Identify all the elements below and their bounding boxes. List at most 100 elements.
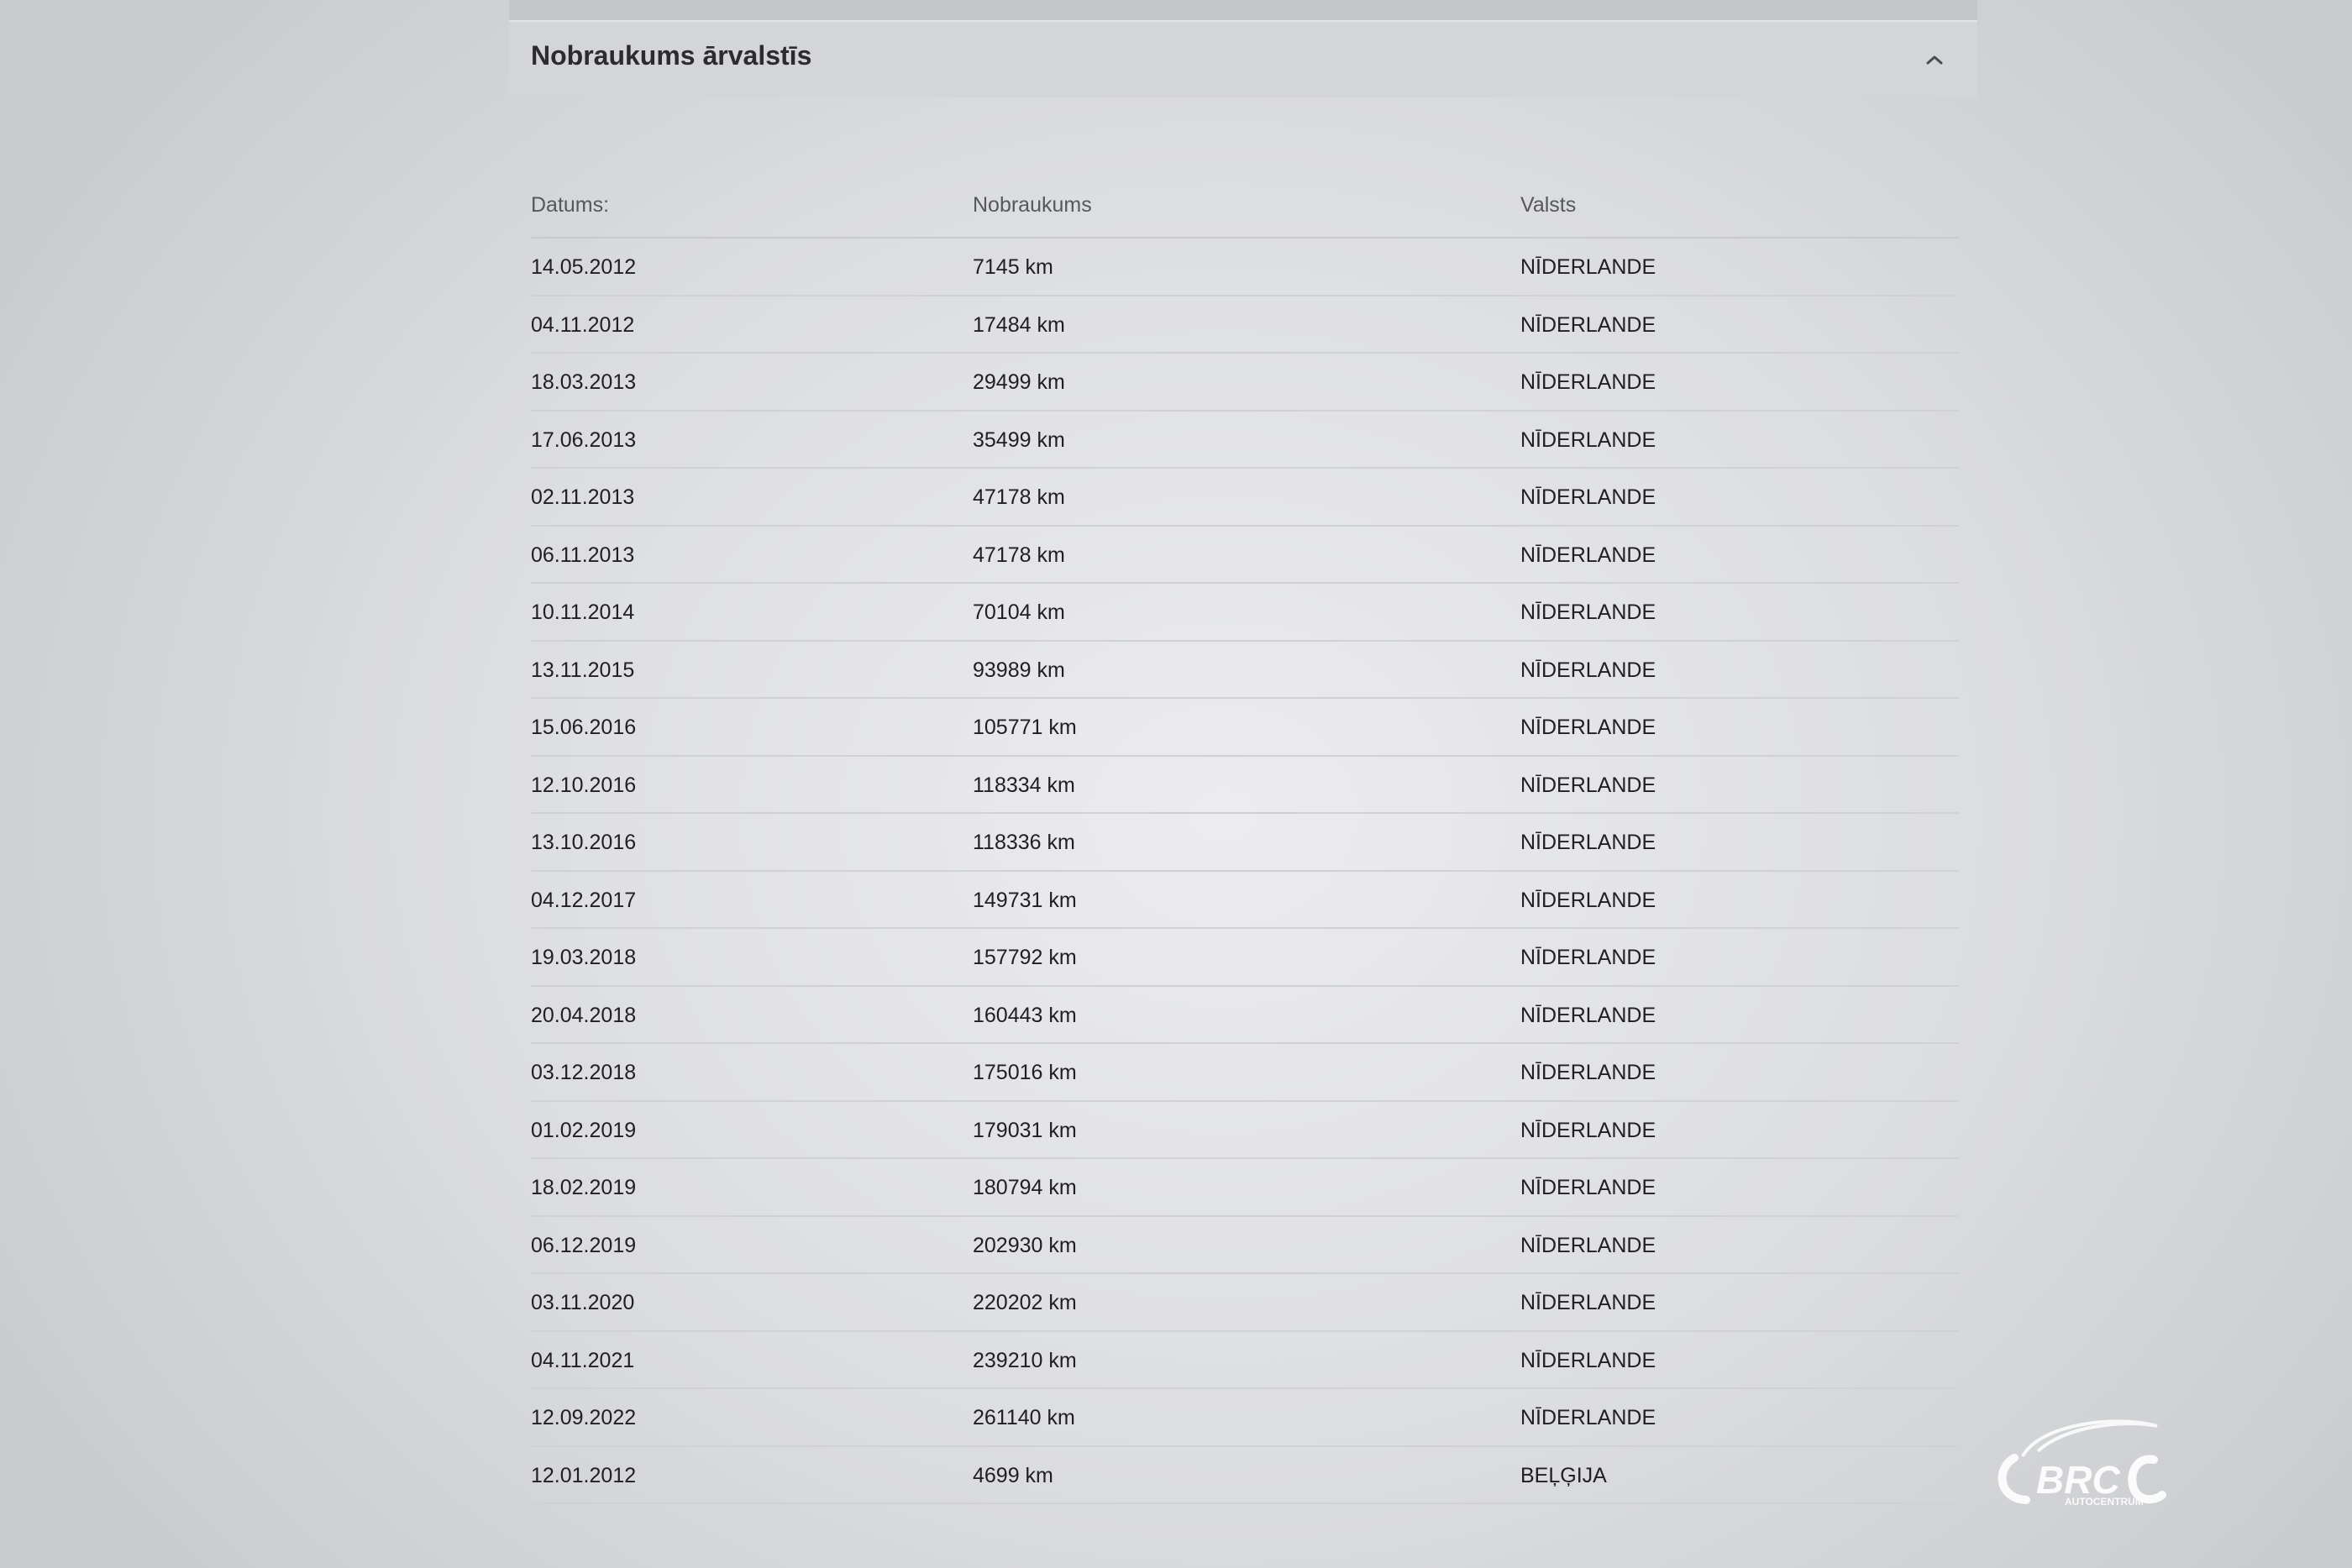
cell-country: BEĻĢIJA [1520, 1463, 1607, 1487]
cell-date: 13.10.2016 [531, 831, 637, 854]
table-row: 17.06.2013 35499 km NĪDERLANDE [531, 412, 1959, 469]
cell-date: 03.12.2018 [531, 1061, 637, 1084]
table-row: 03.11.2020 220202 km NĪDERLANDE [531, 1274, 1959, 1332]
cell-date: 12.10.2016 [531, 773, 637, 797]
cell-date: 04.12.2017 [531, 888, 637, 912]
cell-mileage: 118334 km [973, 773, 1075, 797]
cell-date: 17.06.2013 [531, 427, 637, 452]
cell-date: 12.01.2012 [531, 1463, 637, 1487]
cell-country: NĪDERLANDE [1520, 1291, 1656, 1314]
cell-mileage: 261140 km [973, 1406, 1075, 1429]
cell-date: 15.06.2016 [531, 716, 637, 739]
cell-country: NĪDERLANDE [1520, 1118, 1656, 1142]
cell-mileage: 93989 km [973, 658, 1065, 682]
mileage-table: Datums: Nobraukums Valsts 14.05.2012 7145… [531, 176, 1959, 1504]
cell-mileage: 7145 km [973, 255, 1053, 279]
cell-country: NĪDERLANDE [1520, 600, 1656, 624]
cell-mileage: 220202 km [973, 1291, 1077, 1314]
cell-date: 04.11.2012 [531, 312, 635, 337]
header-mileage: Nobraukums [973, 193, 1092, 217]
cell-mileage: 149731 km [973, 888, 1077, 912]
cell-date: 18.03.2013 [531, 370, 637, 394]
cell-mileage: 29499 km [973, 370, 1065, 394]
table-row: 12.01.2012 4699 km BEĻĢIJA [531, 1447, 1959, 1504]
cell-country: NĪDERLANDE [1520, 370, 1656, 394]
cell-date: 04.11.2021 [531, 1348, 635, 1372]
previous-section-edge [509, 0, 1977, 20]
cell-country: NĪDERLANDE [1520, 1061, 1656, 1084]
table-row: 18.03.2013 29499 km NĪDERLANDE [531, 354, 1959, 412]
cell-mileage: 157792 km [973, 946, 1077, 969]
header-date: Datums: [531, 193, 610, 217]
table-row: 03.12.2018 175016 km NĪDERLANDE [531, 1044, 1959, 1102]
table-header: Datums: Nobraukums Valsts [531, 176, 1959, 239]
table-row: 01.02.2019 179031 km NĪDERLANDE [531, 1102, 1959, 1159]
table-row: 18.02.2019 180794 km NĪDERLANDE [531, 1159, 1959, 1217]
brc-autocentrum-logo: BRC AUTOCENTRUM [1998, 1419, 2166, 1508]
table-row: 19.03.2018 157792 km NĪDERLANDE [531, 929, 1959, 987]
cell-country: NĪDERLANDE [1520, 485, 1656, 509]
table-row: 14.05.2012 7145 km NĪDERLANDE [531, 239, 1959, 296]
cell-date: 02.11.2013 [531, 485, 635, 509]
cell-country: NĪDERLANDE [1520, 1176, 1656, 1199]
table-row: 20.04.2018 160443 km NĪDERLANDE [531, 987, 1959, 1044]
section-title: Nobraukums ārvalstīs [531, 40, 812, 71]
cell-country: NĪDERLANDE [1520, 1003, 1656, 1027]
cell-mileage: 179031 km [973, 1118, 1077, 1142]
cell-date: 06.11.2013 [531, 543, 635, 567]
cell-date: 14.05.2012 [531, 255, 637, 279]
cell-country: NĪDERLANDE [1520, 658, 1656, 682]
svg-text:AUTOCENTRUM: AUTOCENTRUM [2065, 1496, 2144, 1508]
cell-country: NĪDERLANDE [1520, 255, 1656, 279]
cell-mileage: 70104 km [973, 600, 1065, 624]
table-row: 12.10.2016 118334 km NĪDERLANDE [531, 757, 1959, 814]
table-row: 06.11.2013 47178 km NĪDERLANDE [531, 527, 1959, 584]
section-header[interactable]: Nobraukums ārvalstīs [509, 20, 1977, 97]
table-row: 04.11.2021 239210 km NĪDERLANDE [531, 1332, 1959, 1389]
cell-country: NĪDERLANDE [1520, 543, 1656, 567]
table-row: 12.09.2022 261140 km NĪDERLANDE [531, 1389, 1959, 1447]
cell-country: NĪDERLANDE [1520, 1406, 1656, 1429]
cell-mileage: 118336 km [973, 831, 1075, 854]
cell-mileage: 202930 km [973, 1233, 1077, 1257]
cell-date: 12.09.2022 [531, 1406, 637, 1429]
table-row: 15.06.2016 105771 km NĪDERLANDE [531, 699, 1959, 757]
table-row: 04.11.2012 17484 km NĪDERLANDE [531, 296, 1959, 354]
table-row: 06.12.2019 202930 km NĪDERLANDE [531, 1217, 1959, 1274]
mileage-abroad-panel: Nobraukums ārvalstīs Datums: Nobraukums … [509, 0, 1977, 1568]
cell-date: 03.11.2020 [531, 1291, 635, 1314]
cell-mileage: 17484 km [973, 312, 1065, 337]
chevron-up-icon [1926, 55, 1943, 65]
cell-mileage: 4699 km [973, 1463, 1053, 1487]
table-body: 14.05.2012 7145 km NĪDERLANDE 04.11.2012 174… [531, 239, 1959, 1504]
table-row: 13.10.2016 118336 km NĪDERLANDE [531, 814, 1959, 872]
cell-mileage: 180794 km [973, 1176, 1077, 1199]
cell-date: 20.04.2018 [531, 1003, 637, 1027]
cell-date: 10.11.2014 [531, 600, 635, 624]
cell-country: NĪDERLANDE [1520, 312, 1656, 337]
cell-country: NĪDERLANDE [1520, 1348, 1656, 1372]
cell-country: NĪDERLANDE [1520, 716, 1656, 739]
cell-country: NĪDERLANDE [1520, 1233, 1656, 1257]
table-row: 02.11.2013 47178 km NĪDERLANDE [531, 469, 1959, 527]
table-row: 10.11.2014 70104 km NĪDERLANDE [531, 584, 1959, 642]
cell-date: 18.02.2019 [531, 1176, 637, 1199]
cell-country: NĪDERLANDE [1520, 831, 1656, 854]
cell-mileage: 239210 km [973, 1348, 1077, 1372]
cell-country: NĪDERLANDE [1520, 427, 1656, 452]
cell-mileage: 160443 km [973, 1003, 1077, 1027]
cell-country: NĪDERLANDE [1520, 888, 1656, 912]
cell-date: 19.03.2018 [531, 946, 637, 969]
header-country: Valsts [1520, 193, 1577, 217]
cell-country: NĪDERLANDE [1520, 773, 1656, 797]
cell-date: 01.02.2019 [531, 1118, 637, 1142]
cell-mileage: 105771 km [973, 716, 1077, 739]
table-row: 04.12.2017 149731 km NĪDERLANDE [531, 872, 1959, 929]
cell-date: 13.11.2015 [531, 658, 635, 682]
cell-mileage: 47178 km [973, 543, 1065, 567]
cell-mileage: 175016 km [973, 1061, 1077, 1084]
cell-mileage: 35499 km [973, 427, 1065, 452]
table-row: 13.11.2015 93989 km NĪDERLANDE [531, 642, 1959, 699]
collapse-button[interactable] [1922, 47, 1947, 72]
cell-mileage: 47178 km [973, 485, 1065, 509]
